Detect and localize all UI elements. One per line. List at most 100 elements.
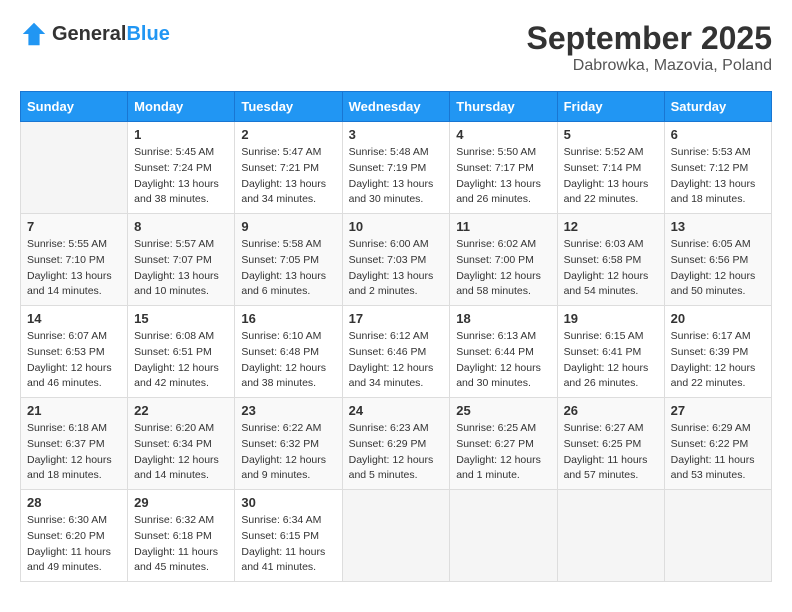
calendar-cell: 13Sunrise: 6:05 AM Sunset: 6:56 PM Dayli… bbox=[664, 214, 771, 306]
day-info: Sunrise: 5:52 AM Sunset: 7:14 PM Dayligh… bbox=[564, 145, 658, 208]
day-number: 28 bbox=[27, 495, 121, 510]
day-info: Sunrise: 5:50 AM Sunset: 7:17 PM Dayligh… bbox=[456, 145, 550, 208]
day-info: Sunrise: 6:27 AM Sunset: 6:25 PM Dayligh… bbox=[564, 421, 658, 484]
day-info: Sunrise: 6:20 AM Sunset: 6:34 PM Dayligh… bbox=[134, 421, 228, 484]
calendar-cell bbox=[450, 490, 557, 582]
logo: GeneralBlue bbox=[20, 20, 170, 48]
calendar-cell: 12 Sunrise: 6:03 AM Sunset: 6:58 PM Dayli… bbox=[557, 214, 664, 306]
day-number: 14 bbox=[27, 311, 121, 326]
day-number: 1 bbox=[134, 127, 228, 142]
day-info: Sunrise: 6:10 AM Sunset: 6:48 PM Dayligh… bbox=[241, 329, 335, 392]
calendar-cell: 16 Sunrise: 6:10 AM Sunset: 6:48 PM Dayli… bbox=[235, 306, 342, 398]
weekday-header: Friday bbox=[557, 92, 664, 122]
day-info: Sunrise: 6:34 AM Sunset: 6:15 PM Dayligh… bbox=[241, 513, 335, 576]
calendar-cell: 28 Sunrise: 6:30 AM Sunset: 6:20 PM Dayli… bbox=[21, 490, 128, 582]
month-title: September 2025 bbox=[527, 20, 772, 57]
calendar-cell: 3 Sunrise: 5:48 AM Sunset: 7:19 PM Daylig… bbox=[342, 122, 450, 214]
day-info: Sunrise: 6:23 AM Sunset: 6:29 PM Dayligh… bbox=[349, 421, 444, 484]
logo-icon bbox=[20, 20, 48, 48]
day-info: Sunrise: 6:13 AM Sunset: 6:44 PM Dayligh… bbox=[456, 329, 550, 392]
calendar-cell: 1 Sunrise: 5:45 AM Sunset: 7:24 PM Daylig… bbox=[128, 122, 235, 214]
day-info: Sunrise: 6:00 AM Sunset: 7:03 PM Dayligh… bbox=[349, 237, 444, 300]
day-info: Sunrise: 6:29 AM Sunset: 6:22 PM Dayligh… bbox=[671, 421, 765, 484]
day-number: 2 bbox=[241, 127, 335, 142]
day-number: 30 bbox=[241, 495, 335, 510]
day-number: 3 bbox=[349, 127, 444, 142]
weekday-header: Sunday bbox=[21, 92, 128, 122]
calendar-header-row: SundayMondayTuesdayWednesdayThursdayFrid… bbox=[21, 92, 772, 122]
calendar-table: SundayMondayTuesdayWednesdayThursdayFrid… bbox=[20, 91, 772, 582]
day-number: 12 bbox=[564, 219, 658, 234]
title-block: September 2025 Dabrowka, Mazovia, Poland bbox=[527, 20, 772, 75]
calendar-cell: 24 Sunrise: 6:23 AM Sunset: 6:29 PM Dayli… bbox=[342, 398, 450, 490]
calendar-cell: 6 Sunrise: 5:53 AM Sunset: 7:12 PM Daylig… bbox=[664, 122, 771, 214]
day-number: 4 bbox=[456, 127, 550, 142]
day-info: Sunrise: 5:45 AM Sunset: 7:24 PM Dayligh… bbox=[134, 145, 228, 208]
calendar-cell: 8 Sunrise: 5:57 AM Sunset: 7:07 PM Daylig… bbox=[128, 214, 235, 306]
calendar-cell: 5 Sunrise: 5:52 AM Sunset: 7:14 PM Daylig… bbox=[557, 122, 664, 214]
day-info: Sunrise: 5:58 AM Sunset: 7:05 PM Dayligh… bbox=[241, 237, 335, 300]
day-info: Sunrise: 6:25 AM Sunset: 6:27 PM Dayligh… bbox=[456, 421, 550, 484]
calendar-cell: 14 Sunrise: 6:07 AM Sunset: 6:53 PM Dayli… bbox=[21, 306, 128, 398]
day-number: 26 bbox=[564, 403, 658, 418]
day-info: Sunrise: 5:47 AM Sunset: 7:21 PM Dayligh… bbox=[241, 145, 335, 208]
day-info: Sunrise: 6:18 AM Sunset: 6:37 PM Dayligh… bbox=[27, 421, 121, 484]
day-number: 6 bbox=[671, 127, 765, 142]
day-number: 27 bbox=[671, 403, 765, 418]
day-info: Sunrise: 6:17 AM Sunset: 6:39 PM Dayligh… bbox=[671, 329, 765, 392]
day-info: Sunrise: 6:30 AM Sunset: 6:20 PM Dayligh… bbox=[27, 513, 121, 576]
calendar-cell: 7Sunrise: 5:55 AM Sunset: 7:10 PM Daylig… bbox=[21, 214, 128, 306]
calendar-cell: 4 Sunrise: 5:50 AM Sunset: 7:17 PM Daylig… bbox=[450, 122, 557, 214]
weekday-header: Wednesday bbox=[342, 92, 450, 122]
day-info: Sunrise: 6:32 AM Sunset: 6:18 PM Dayligh… bbox=[134, 513, 228, 576]
calendar-cell bbox=[557, 490, 664, 582]
day-number: 19 bbox=[564, 311, 658, 326]
calendar-cell: 22 Sunrise: 6:20 AM Sunset: 6:34 PM Dayli… bbox=[128, 398, 235, 490]
calendar-week-row: 1 Sunrise: 5:45 AM Sunset: 7:24 PM Daylig… bbox=[21, 122, 772, 214]
calendar-cell: 23 Sunrise: 6:22 AM Sunset: 6:32 PM Dayli… bbox=[235, 398, 342, 490]
day-number: 9 bbox=[241, 219, 335, 234]
day-info: Sunrise: 6:12 AM Sunset: 6:46 PM Dayligh… bbox=[349, 329, 444, 392]
calendar-cell bbox=[664, 490, 771, 582]
day-info: Sunrise: 6:02 AM Sunset: 7:00 PM Dayligh… bbox=[456, 237, 550, 300]
calendar-week-row: 7Sunrise: 5:55 AM Sunset: 7:10 PM Daylig… bbox=[21, 214, 772, 306]
day-number: 18 bbox=[456, 311, 550, 326]
day-number: 29 bbox=[134, 495, 228, 510]
day-info: Sunrise: 5:53 AM Sunset: 7:12 PM Dayligh… bbox=[671, 145, 765, 208]
calendar-cell: 21 Sunrise: 6:18 AM Sunset: 6:37 PM Dayli… bbox=[21, 398, 128, 490]
calendar-cell bbox=[342, 490, 450, 582]
day-number: 24 bbox=[349, 403, 444, 418]
day-info: Sunrise: 6:07 AM Sunset: 6:53 PM Dayligh… bbox=[27, 329, 121, 392]
weekday-header: Saturday bbox=[664, 92, 771, 122]
calendar-cell: 27 Sunrise: 6:29 AM Sunset: 6:22 PM Dayli… bbox=[664, 398, 771, 490]
day-number: 10 bbox=[349, 219, 444, 234]
day-number: 5 bbox=[564, 127, 658, 142]
logo-blue: Blue bbox=[126, 23, 169, 45]
logo-general: General bbox=[52, 23, 126, 45]
day-number: 23 bbox=[241, 403, 335, 418]
calendar-week-row: 21 Sunrise: 6:18 AM Sunset: 6:37 PM Dayli… bbox=[21, 398, 772, 490]
day-number: 17 bbox=[349, 311, 444, 326]
calendar-cell: 15Sunrise: 6:08 AM Sunset: 6:51 PM Dayli… bbox=[128, 306, 235, 398]
calendar-cell: 2 Sunrise: 5:47 AM Sunset: 7:21 PM Daylig… bbox=[235, 122, 342, 214]
calendar-cell: 30 Sunrise: 6:34 AM Sunset: 6:15 PM Dayli… bbox=[235, 490, 342, 582]
calendar-cell: 25 Sunrise: 6:25 AM Sunset: 6:27 PM Dayli… bbox=[450, 398, 557, 490]
day-number: 16 bbox=[241, 311, 335, 326]
day-info: Sunrise: 5:57 AM Sunset: 7:07 PM Dayligh… bbox=[134, 237, 228, 300]
day-number: 21 bbox=[27, 403, 121, 418]
calendar-cell: 29 Sunrise: 6:32 AM Sunset: 6:18 PM Dayli… bbox=[128, 490, 235, 582]
day-info: Sunrise: 6:22 AM Sunset: 6:32 PM Dayligh… bbox=[241, 421, 335, 484]
day-number: 25 bbox=[456, 403, 550, 418]
weekday-header: Tuesday bbox=[235, 92, 342, 122]
calendar-week-row: 14 Sunrise: 6:07 AM Sunset: 6:53 PM Dayli… bbox=[21, 306, 772, 398]
calendar-cell: 9 Sunrise: 5:58 AM Sunset: 7:05 PM Daylig… bbox=[235, 214, 342, 306]
day-number: 8 bbox=[134, 219, 228, 234]
calendar-cell: 18 Sunrise: 6:13 AM Sunset: 6:44 PM Dayli… bbox=[450, 306, 557, 398]
day-info: Sunrise: 6:05 AM Sunset: 6:56 PM Dayligh… bbox=[671, 237, 765, 300]
location-title: Dabrowka, Mazovia, Poland bbox=[527, 57, 772, 75]
calendar-cell: 17 Sunrise: 6:12 AM Sunset: 6:46 PM Dayli… bbox=[342, 306, 450, 398]
calendar-cell: 20Sunrise: 6:17 AM Sunset: 6:39 PM Dayli… bbox=[664, 306, 771, 398]
day-info: Sunrise: 6:03 AM Sunset: 6:58 PM Dayligh… bbox=[564, 237, 658, 300]
day-info: Sunrise: 5:48 AM Sunset: 7:19 PM Dayligh… bbox=[349, 145, 444, 208]
day-number: 22 bbox=[134, 403, 228, 418]
